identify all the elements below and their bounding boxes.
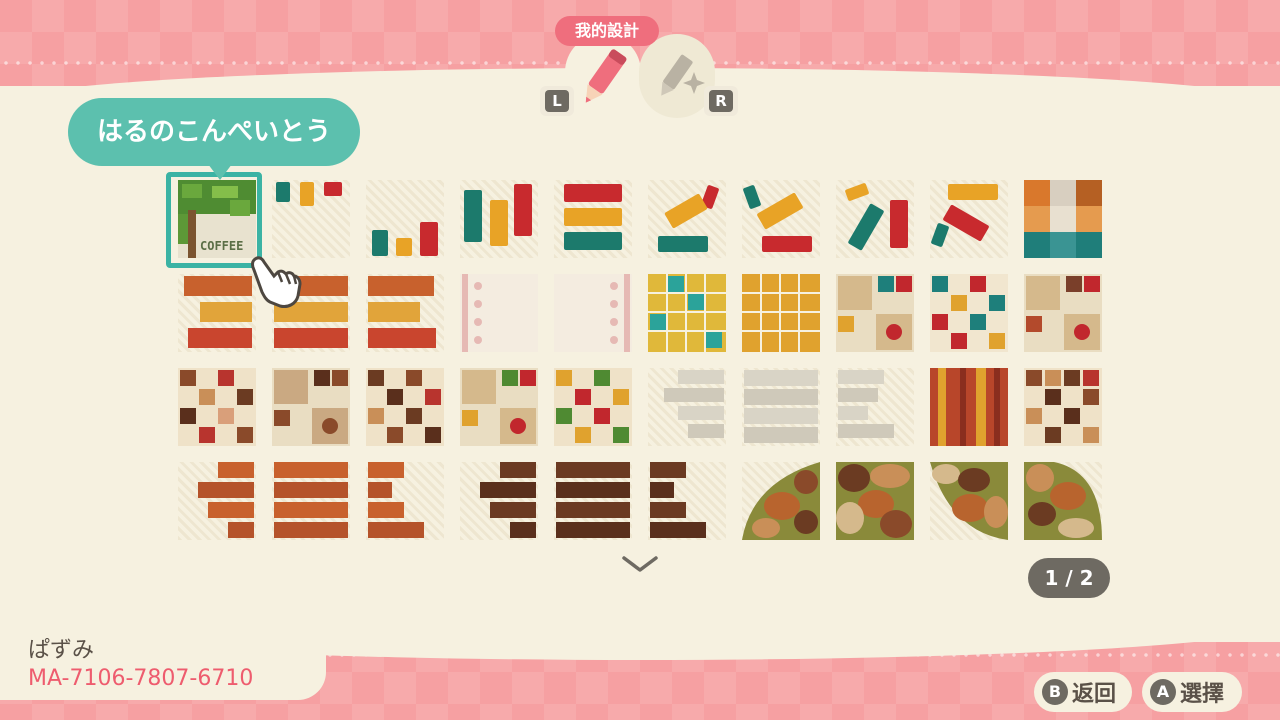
design-slot-10[interactable] (1024, 180, 1102, 258)
b-button-icon: B (1042, 679, 1068, 705)
design-slot-2[interactable] (272, 180, 350, 258)
design-thumbnail (1024, 180, 1102, 258)
design-slot-7[interactable] (742, 180, 820, 258)
design-slot-17[interactable] (742, 274, 820, 352)
design-thumbnail (554, 368, 632, 446)
design-thumbnail (1024, 462, 1102, 540)
design-thumbnail (1024, 274, 1102, 352)
design-thumbnail (744, 370, 818, 443)
design-thumbnail (845, 183, 908, 251)
design-slot-14[interactable] (460, 274, 538, 352)
design-thumbnail (1024, 368, 1102, 446)
l-shoulder-label: L (545, 90, 569, 112)
design-thumbnail (272, 368, 350, 446)
design-slot-32[interactable] (272, 462, 350, 540)
design-slot-24[interactable] (460, 368, 538, 446)
design-thumbnail (564, 184, 622, 250)
design-slot-25[interactable] (554, 368, 632, 446)
a-button-icon: A (1150, 679, 1176, 705)
player-name: ぱずみ (28, 638, 95, 663)
design-thumbnail (658, 185, 719, 252)
design-slot-19[interactable] (930, 274, 1008, 352)
pointing-hand-icon (251, 256, 302, 308)
chevron-down-icon[interactable] (620, 552, 660, 576)
design-thumbnail (276, 182, 342, 206)
design-slot-6[interactable] (648, 180, 726, 258)
design-thumbnail (460, 274, 538, 352)
design-slot-3[interactable] (366, 180, 444, 258)
design-thumbnail (480, 462, 536, 538)
page-title: 我的設計 (555, 16, 659, 46)
design-grid: COFFEE (178, 180, 1108, 542)
design-thumbnail (464, 184, 532, 246)
design-slot-36[interactable] (648, 462, 726, 540)
design-slot-26[interactable] (648, 368, 726, 446)
design-thumbnail (930, 368, 1008, 446)
design-thumbnail (838, 370, 894, 438)
design-slot-15[interactable] (554, 274, 632, 352)
design-thumbnail (742, 274, 820, 352)
design-thumbnail (368, 276, 436, 348)
design-slot-40[interactable] (1024, 462, 1102, 540)
design-slot-13[interactable] (366, 274, 444, 352)
design-thumbnail (556, 462, 630, 538)
design-thumbnail (930, 274, 1008, 352)
design-slot-8[interactable] (836, 180, 914, 258)
design-slot-31[interactable] (178, 462, 256, 540)
design-thumbnail (184, 276, 252, 348)
design-thumbnail (366, 368, 444, 446)
back-label: 返回 (1072, 682, 1117, 707)
design-slot-9[interactable] (930, 180, 1008, 258)
select-button[interactable]: A 選擇 (1142, 672, 1242, 712)
design-slot-23[interactable] (366, 368, 444, 446)
design-slot-28[interactable] (836, 368, 914, 446)
design-slot-33[interactable] (366, 462, 444, 540)
design-slot-39[interactable] (930, 462, 1008, 540)
design-slot-5[interactable] (554, 180, 632, 258)
design-thumbnail (743, 185, 812, 252)
r-shoulder-label: R (709, 90, 733, 112)
design-slot-29[interactable] (930, 368, 1008, 446)
design-slot-35[interactable] (554, 462, 632, 540)
design-slot-21[interactable] (178, 368, 256, 446)
design-slot-34[interactable] (460, 462, 538, 540)
tab-my-designs[interactable] (565, 34, 641, 118)
design-slot-30[interactable] (1024, 368, 1102, 446)
select-label: 選擇 (1180, 682, 1225, 707)
design-slot-11[interactable] (178, 274, 256, 352)
design-slot-16[interactable] (648, 274, 726, 352)
design-thumbnail (274, 462, 348, 538)
design-thumbnail (554, 274, 632, 352)
design-thumbnail (836, 274, 914, 352)
design-slot-27[interactable] (742, 368, 820, 446)
design-thumbnail (372, 222, 438, 256)
design-thumbnail (198, 462, 254, 538)
design-name-bubble: はるのこんぺいとう (68, 98, 360, 180)
design-slot-18[interactable] (836, 274, 914, 352)
design-slot-37[interactable] (742, 462, 820, 540)
design-thumbnail (648, 274, 726, 352)
tab-bar (565, 34, 715, 118)
design-thumbnail (650, 462, 706, 538)
design-thumbnail (178, 368, 256, 446)
back-button[interactable]: B 返回 (1034, 672, 1132, 712)
design-slot-20[interactable] (1024, 274, 1102, 352)
design-thumbnail (742, 462, 820, 540)
design-thumbnail (931, 184, 998, 247)
design-thumbnail (836, 462, 914, 540)
page-indicator: 1 / 2 (1028, 558, 1110, 598)
design-thumbnail (930, 462, 1008, 540)
design-slot-4[interactable] (460, 180, 538, 258)
r-shoulder-button[interactable]: R (704, 86, 738, 116)
creator-code: MA-7106-7807-6710 (28, 666, 254, 691)
design-slot-22[interactable] (272, 368, 350, 446)
design-slot-38[interactable] (836, 462, 914, 540)
pencil-icon (585, 49, 627, 103)
design-thumbnail (368, 462, 424, 538)
design-thumbnail (460, 368, 538, 446)
design-thumbnail (664, 370, 724, 438)
l-shoulder-button[interactable]: L (540, 86, 574, 116)
